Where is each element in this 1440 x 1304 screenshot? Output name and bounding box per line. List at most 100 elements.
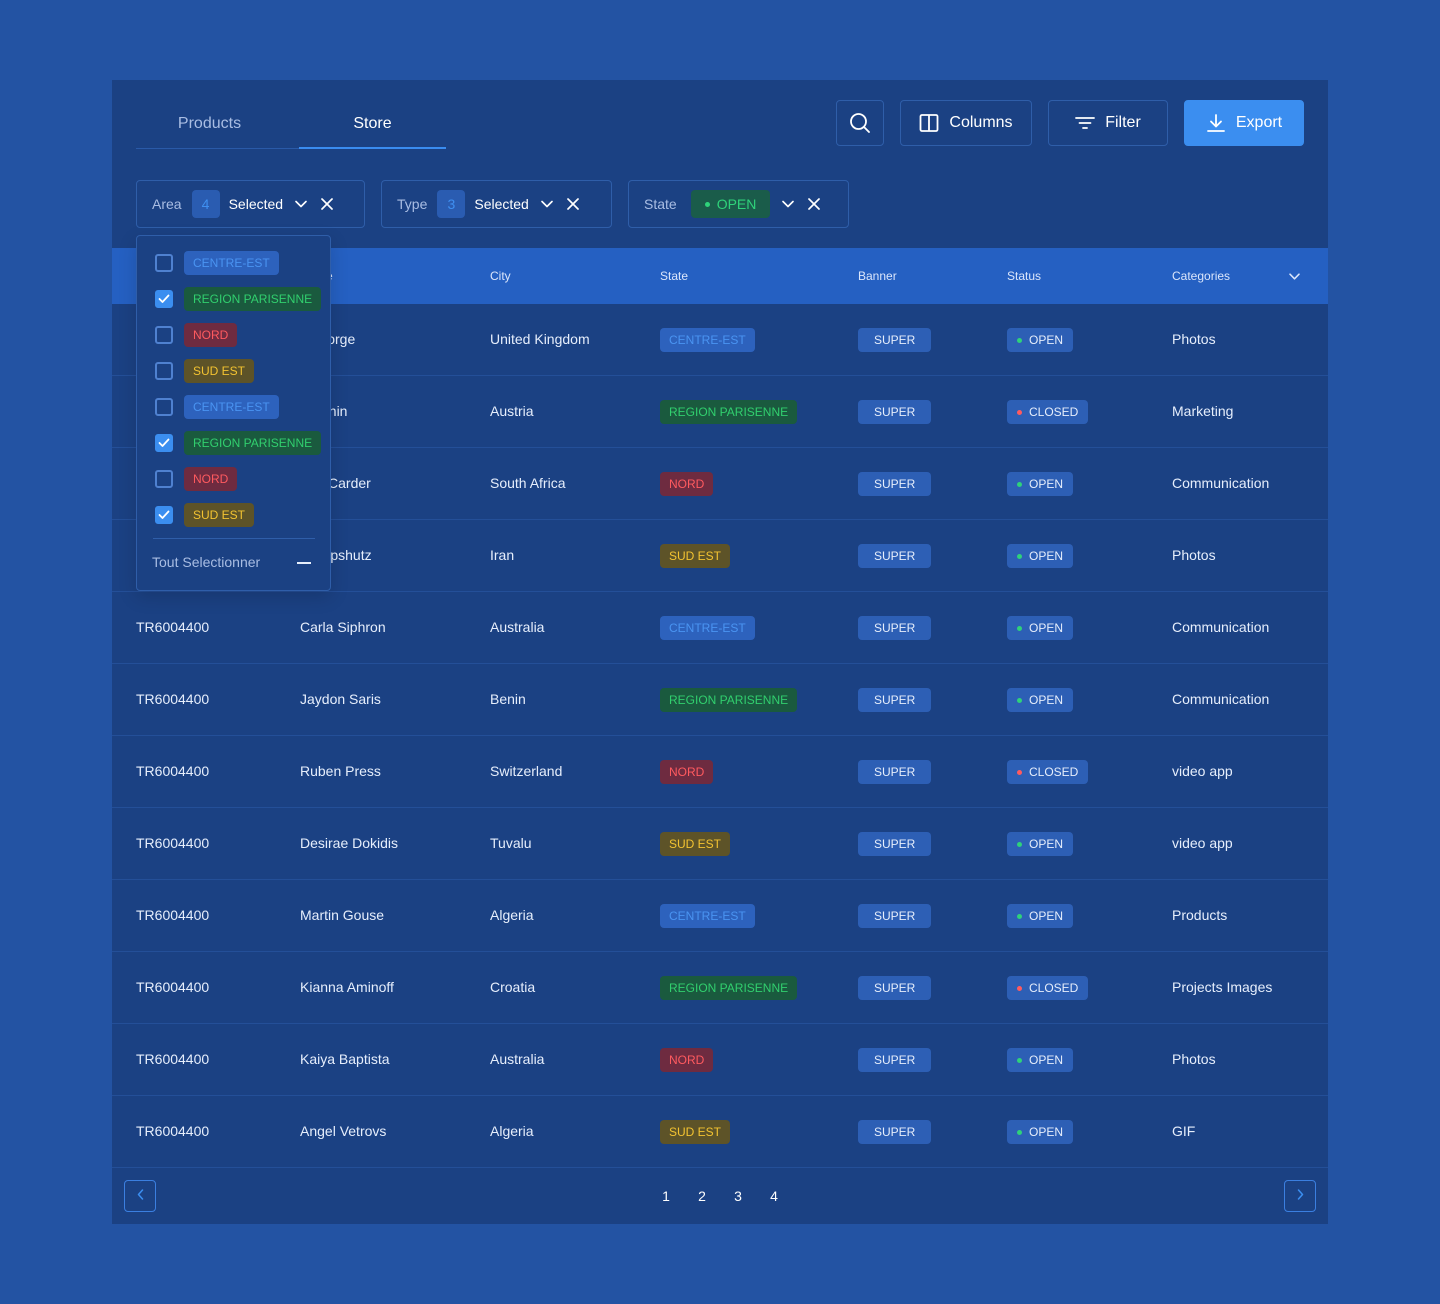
area-filter-count: 4	[191, 190, 220, 218]
chevron-down-icon[interactable]	[541, 200, 553, 208]
state-badge: NORD	[660, 760, 714, 784]
dropdown-option[interactable]: SUD EST	[155, 503, 255, 527]
state-filter-value: OPEN	[690, 190, 771, 218]
pagination: 1 2 3 4	[112, 1168, 1328, 1224]
banner-badge: SUPER	[858, 328, 932, 352]
area-filter-chip[interactable]: Area 4 Selected	[136, 180, 365, 228]
store-name: Carla Siphron	[300, 619, 386, 635]
status-dot-icon	[1017, 337, 1022, 343]
state-filter-chip[interactable]: State OPEN	[628, 180, 849, 228]
checkbox[interactable]	[155, 398, 173, 416]
chevron-down-icon[interactable]	[782, 200, 795, 208]
status-dot-icon	[1017, 985, 1022, 991]
previous-page-button[interactable]	[124, 1180, 156, 1212]
store-id: TR6004400	[136, 1051, 210, 1067]
store-city: Croatia	[490, 979, 536, 995]
columns-button[interactable]: Columns	[900, 100, 1032, 146]
table-row[interactable]: TR6004400 Angel Vetrovs Algeria SUD EST SUPE…	[112, 1096, 1328, 1168]
select-all-label[interactable]: Tout Selectionner	[152, 554, 260, 570]
chevron-down-icon[interactable]	[295, 200, 307, 208]
tab-products[interactable]: Products	[136, 100, 283, 148]
tab-store[interactable]: Store	[299, 100, 446, 149]
store-category: Products	[1172, 907, 1228, 923]
checkbox[interactable]	[155, 326, 173, 344]
state-badge: NORD	[660, 1048, 714, 1072]
page-4[interactable]: 4	[764, 1168, 784, 1224]
chevron-down-icon[interactable]	[1289, 248, 1300, 304]
status-text: OPEN	[1029, 477, 1064, 491]
checkbox[interactable]	[155, 290, 173, 308]
table-row[interactable]: TR6004400 Martin Gouse Algeria CENTRE-EST SU…	[112, 880, 1328, 952]
table-row[interactable]: TR6004400 Kianna Aminoff Croatia REGION PAR…	[112, 952, 1328, 1024]
banner-badge: SUPER	[858, 976, 932, 1000]
checkbox[interactable]	[155, 434, 173, 452]
store-category: video app	[1172, 763, 1233, 779]
filter-button[interactable]: Filter	[1048, 100, 1168, 146]
store-id: TR6004400	[136, 979, 210, 995]
status-dot-icon	[1017, 1057, 1022, 1063]
column-header-state[interactable]: State	[660, 248, 688, 304]
status-text: OPEN	[1029, 1125, 1064, 1139]
status-text: OPEN	[1029, 693, 1064, 707]
table-row[interactable]: TR6004400 Carla Siphron Australia CENTRE-ES…	[112, 592, 1328, 664]
dropdown-option[interactable]: NORD	[155, 467, 238, 491]
checkbox[interactable]	[155, 254, 173, 272]
type-filter-selected: Selected	[474, 196, 529, 212]
export-button[interactable]: Export	[1184, 100, 1304, 146]
page-3[interactable]: 3	[728, 1168, 748, 1224]
page-1[interactable]: 1	[656, 1168, 676, 1224]
state-badge: SUD EST	[660, 544, 731, 568]
dropdown-option[interactable]: REGION PARISENNE	[155, 431, 322, 455]
columns-label: Columns	[949, 114, 1013, 131]
table-row[interactable]: TR6004400 Kaiya Baptista Australia NORD SUPE…	[112, 1024, 1328, 1096]
checkbox[interactable]	[155, 506, 173, 524]
option-badge: REGION PARISENNE	[184, 431, 322, 455]
state-badge: CENTRE-EST	[660, 904, 755, 928]
close-icon[interactable]	[566, 198, 579, 210]
state-badge: CENTRE-EST	[660, 616, 755, 640]
state-badge: NORD	[660, 472, 714, 496]
banner-badge: SUPER	[858, 1120, 932, 1144]
column-header-banner[interactable]: Banner	[858, 248, 897, 304]
status-dot-icon	[1017, 553, 1022, 559]
search-button[interactable]	[836, 100, 884, 146]
table-row[interactable]: TR6004400 Jaydon Saris Benin REGION PARISEN…	[112, 664, 1328, 736]
area-filter-dropdown: CENTRE-EST REGION PARISENNE NORD SUD EST CEN…	[136, 235, 331, 591]
store-category: video app	[1172, 835, 1233, 851]
close-icon[interactable]	[321, 198, 333, 210]
table-row[interactable]: TR6004400 Ruben Press Switzerland NORD SUPER…	[112, 736, 1328, 808]
store-id: TR6004400	[136, 691, 210, 707]
next-page-button[interactable]	[1284, 1180, 1316, 1212]
status-dot-icon	[1017, 913, 1022, 919]
dropdown-option[interactable]: NORD	[155, 323, 238, 347]
close-icon[interactable]	[808, 198, 821, 210]
store-name: Kianna Aminoff	[300, 979, 394, 995]
column-header-city[interactable]: City	[490, 248, 511, 304]
export-label: Export	[1235, 114, 1283, 131]
banner-badge: SUPER	[858, 688, 932, 712]
checkbox[interactable]	[155, 470, 173, 488]
minus-icon[interactable]	[297, 562, 311, 564]
dropdown-option[interactable]: CENTRE-EST	[155, 251, 279, 275]
filter-icon	[1075, 115, 1096, 131]
column-header-categories[interactable]: Categories	[1172, 248, 1230, 304]
checkbox[interactable]	[155, 362, 173, 380]
dropdown-option[interactable]: CENTRE-EST	[155, 395, 279, 419]
dropdown-option[interactable]: REGION PARISENNE	[155, 287, 322, 311]
tab-bar: Products Store	[136, 100, 446, 149]
state-badge: SUD EST	[660, 832, 731, 856]
type-filter-label: Type	[397, 196, 428, 212]
status-dot-icon	[704, 201, 710, 207]
page-2[interactable]: 2	[692, 1168, 712, 1224]
dropdown-option[interactable]: SUD EST	[155, 359, 255, 383]
table-row[interactable]: TR6004400 Desirae Dokidis Tuvalu SUD EST SUP…	[112, 808, 1328, 880]
status-badge: OPEN	[1007, 832, 1074, 856]
store-city: Australia	[490, 619, 545, 635]
store-city: Algeria	[490, 1123, 534, 1139]
type-filter-chip[interactable]: Type 3 Selected	[381, 180, 612, 228]
state-badge: CENTRE-EST	[660, 328, 755, 352]
status-text: CLOSED	[1029, 765, 1079, 779]
status-badge: OPEN	[1007, 616, 1074, 640]
status-badge: CLOSED	[1007, 976, 1089, 1000]
column-header-status[interactable]: Status	[1007, 248, 1041, 304]
